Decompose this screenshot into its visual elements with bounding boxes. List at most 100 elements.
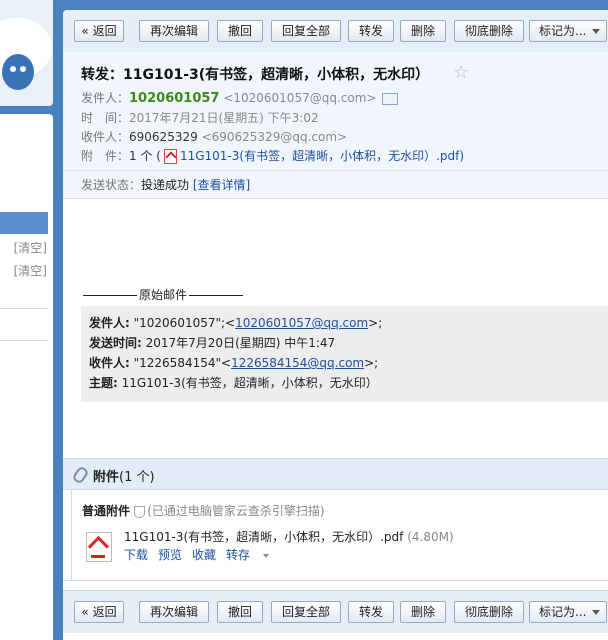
sidebar-panel: [清空] [清空] xyxy=(0,114,53,640)
preview-link[interactable]: 预览 xyxy=(158,548,182,562)
penguin-eye-right xyxy=(20,66,26,72)
reply-all-button-bottom[interactable]: 回复全部 xyxy=(271,601,341,623)
attachment-row: 附 件：1 个 ( 11G101-3(有书签，超清晰，小体积，无水印）.pdf) xyxy=(81,147,464,164)
sender-label: 发件人： xyxy=(81,91,130,105)
download-link[interactable]: 下载 xyxy=(124,548,148,562)
mark-as-dropdown[interactable]: 标记为... xyxy=(529,20,607,42)
recall-button[interactable]: 撤回 xyxy=(217,20,263,42)
sidebar-divider-2 xyxy=(0,340,48,341)
mark-as-label: 标记为... xyxy=(539,24,587,38)
recipient-name[interactable]: 690625329 xyxy=(129,130,198,144)
save-to-label: 转存 xyxy=(226,548,251,562)
pdf-file-icon xyxy=(163,149,177,164)
top-toolbar: « 返回 再次编辑 撤回 回复全部 转发 删除 彻底删除 标记为... xyxy=(63,10,608,53)
contact-card-icon[interactable] xyxy=(382,92,399,105)
quote-to-end: >; xyxy=(364,356,379,370)
quote-from-label: 发件人: xyxy=(89,316,130,330)
header-divider xyxy=(63,170,608,171)
delete-button-bottom[interactable]: 删除 xyxy=(400,601,446,623)
clear-link-1[interactable]: [清空] xyxy=(14,239,47,256)
delete-permanently-button[interactable]: 彻底删除 xyxy=(454,20,524,42)
forward-button[interactable]: 转发 xyxy=(348,20,394,42)
chevron-down-icon xyxy=(592,610,601,615)
time-label: 时 间： xyxy=(81,111,130,125)
quote-sent-row: 发送时间: 2017年7月20日(星期四) 中午1:47 xyxy=(89,334,335,351)
attachment-title-count: (1 个) xyxy=(119,470,155,485)
recipient-label: 收件人： xyxy=(81,130,130,144)
mark-as-label-bottom: 标记为... xyxy=(539,605,587,619)
quote-from-email[interactable]: 1020601057@qq.com xyxy=(235,316,368,330)
pdf-file-icon-large xyxy=(86,532,112,562)
attachment-file-size: (4.80M) xyxy=(407,530,454,544)
recipient-row: 收件人：690625329 <690625329@qq.com> xyxy=(81,128,347,145)
collect-link[interactable]: 收藏 xyxy=(192,548,216,562)
logo-area xyxy=(0,0,53,106)
attachment-bottom-divider xyxy=(63,580,608,581)
back-button[interactable]: « 返回 xyxy=(74,20,124,42)
attachment-label: 附 件： xyxy=(81,149,130,163)
quote-to-value: "1226584154"< xyxy=(129,356,232,370)
attachment-file-row: 11G101-3(有书签，超清晰，小体积，无水印）.pdf (4.80M) xyxy=(124,528,454,545)
divider-line-right xyxy=(189,295,244,296)
scan-note-text: (已通过电脑管家云查杀引擎扫描) xyxy=(147,504,325,518)
chevron-down-icon xyxy=(592,29,601,34)
star-icon[interactable]: ☆ xyxy=(453,62,469,83)
edit-again-button[interactable]: 再次编辑 xyxy=(139,20,209,42)
attachment-count: 1 个 ( xyxy=(129,149,161,163)
attachment-actions: 下载 预览 收藏 转存 xyxy=(124,546,289,563)
normal-attachment-label: 普通附件 xyxy=(82,504,131,518)
quote-from-row: 发件人: "1020601057";<1020601057@qq.com>; xyxy=(89,314,382,331)
quote-to-row: 收件人: "1226584154"<1226584154@qq.com>; xyxy=(89,354,378,371)
sidebar-item-selected[interactable] xyxy=(0,212,48,234)
quote-sent-label: 发送时间: xyxy=(89,336,142,350)
divider-line-left xyxy=(83,295,137,296)
quote-subject-row: 主题: 11G101-3(有书签，超清晰，小体积，无水印） xyxy=(89,374,378,391)
paperclip-icon xyxy=(71,465,90,485)
sidebar-divider-1 xyxy=(0,308,48,309)
quote-subject-label: 主题: xyxy=(89,376,118,390)
original-mail-info: 发件人: "1020601057";<1020601057@qq.com>; 发… xyxy=(81,306,608,402)
status-detail-link[interactable]: [查看详情] xyxy=(193,178,250,192)
attachment-link[interactable]: 11G101-3(有书签，超清晰，小体积，无水印）.pdf xyxy=(180,149,459,163)
recall-button-bottom[interactable]: 撤回 xyxy=(217,601,263,623)
delivery-status-row: 发送状态：投递成功 [查看详情] xyxy=(81,176,250,193)
quote-subject-value: 11G101-3(有书签，超清晰，小体积，无水印） xyxy=(117,376,378,390)
quote-to-label: 收件人: xyxy=(89,356,130,370)
quote-sent-value: 2017年7月20日(星期四) 中午1:47 xyxy=(141,336,336,350)
original-mail-label: 原始邮件 xyxy=(139,288,188,302)
edit-again-button-bottom[interactable]: 再次编辑 xyxy=(139,601,209,623)
delete-permanently-button-bottom[interactable]: 彻底删除 xyxy=(454,601,524,623)
shield-icon xyxy=(134,505,146,518)
time-row: 时 间：2017年7月21日(星期五) 下午3:02 xyxy=(81,109,319,126)
sender-name[interactable]: 1020601057 xyxy=(129,91,219,106)
sender-row: 发件人：1020601057 <1020601057@qq.com> xyxy=(81,89,399,106)
attachment-file-name: 11G101-3(有书签，超清晰，小体积，无水印）.pdf xyxy=(124,530,404,544)
bottom-toolbar: « 返回 再次编辑 撤回 回复全部 转发 删除 彻底删除 标记为... xyxy=(63,590,608,633)
clear-link-2[interactable]: [清空] xyxy=(14,262,47,279)
attachment-section-header: 附件(1 个) xyxy=(63,458,608,490)
normal-attachment-row: 普通附件 (已通过电脑管家云查杀引擎扫描) xyxy=(82,502,325,519)
mail-header: 转发：11G101-3(有书签，超清晰，小体积，无水印） ☆ 发件人：10206… xyxy=(63,52,608,199)
chevron-down-icon xyxy=(263,553,270,558)
reply-all-button[interactable]: 回复全部 xyxy=(271,20,341,42)
save-to-dropdown[interactable]: 转存 xyxy=(226,548,279,562)
recipient-email: <690625329@qq.com> xyxy=(201,130,348,144)
sender-email: <1020601057@qq.com> xyxy=(223,91,377,105)
back-button-bottom[interactable]: « 返回 xyxy=(74,601,124,623)
mail-read-panel: « 返回 再次编辑 撤回 回复全部 转发 删除 彻底删除 标记为... 转发：1… xyxy=(63,10,608,640)
quote-from-value: "1020601057";< xyxy=(129,316,236,330)
qq-penguin-logo xyxy=(2,54,34,90)
forward-button-bottom[interactable]: 转发 xyxy=(348,601,394,623)
delete-button[interactable]: 删除 xyxy=(400,20,446,42)
mail-subject: 转发：11G101-3(有书签，超清晰，小体积，无水印） xyxy=(81,67,430,83)
attachment-title-label: 附件 xyxy=(93,470,120,485)
quote-to-email[interactable]: 1226584154@qq.com xyxy=(231,356,364,370)
attachment-close: ) xyxy=(459,149,465,163)
mark-as-dropdown-bottom[interactable]: 标记为... xyxy=(529,601,607,623)
quote-from-end: >; xyxy=(368,316,383,330)
original-mail-title: 原始邮件 xyxy=(81,286,245,303)
status-value: 投递成功 xyxy=(141,178,190,192)
attachment-section-title: 附件(1 个) xyxy=(93,466,155,485)
time-value: 2017年7月21日(星期五) 下午3:02 xyxy=(129,111,319,125)
scan-note: (已通过电脑管家云查杀引擎扫描) xyxy=(134,504,325,518)
